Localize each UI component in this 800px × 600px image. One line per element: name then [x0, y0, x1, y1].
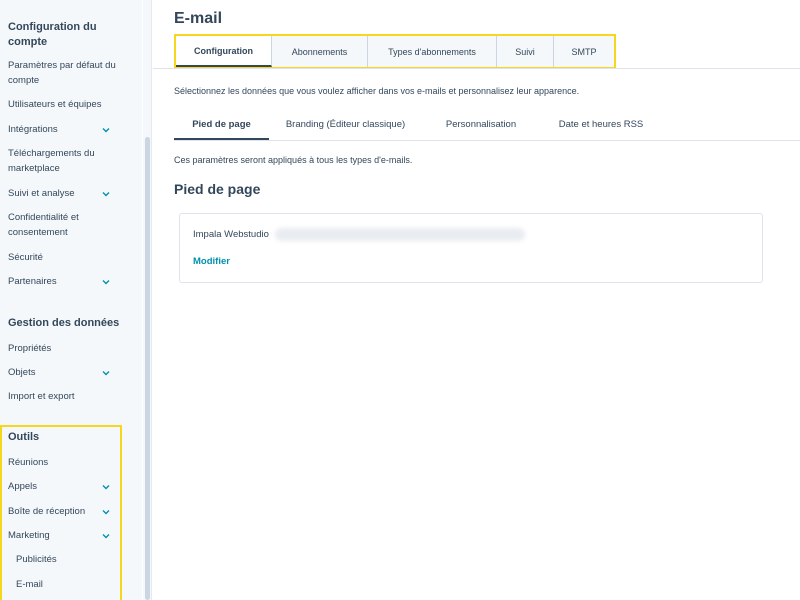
chevron-down-icon[interactable] [101, 368, 111, 378]
tab-smtp[interactable]: SMTP [554, 36, 614, 67]
chevron-down-icon[interactable] [101, 189, 111, 199]
page-title: E-mail [174, 10, 223, 27]
subtab-branding[interactable]: Branding (Éditeur classique) [269, 114, 422, 141]
footer-card: Impala Webstudio Modifier [179, 213, 763, 283]
settings-sidebar: Configuration du compte Paramètres par d… [0, 0, 142, 600]
sidebar-item-import-export[interactable]: Import et export [8, 389, 118, 404]
sidebar-item-account-defaults[interactable]: Paramètres par défaut du compte [8, 58, 118, 88]
sidebar-item-security[interactable]: Sécurité [8, 250, 118, 265]
subtab-footer[interactable]: Pied de page [174, 114, 269, 141]
subtab-personalization[interactable]: Personnalisation [422, 114, 540, 141]
chevron-down-icon[interactable] [101, 277, 111, 287]
tabs-divider [153, 68, 800, 69]
configuration-subtabs: Pied de page Branding (Éditeur classique… [174, 114, 662, 141]
redacted-address [275, 228, 525, 241]
subtab-rss-date-time[interactable]: Date et heures RSS [540, 114, 662, 141]
tab-configuration[interactable]: Configuration [176, 36, 272, 67]
tools-highlight-frame [0, 425, 122, 600]
edit-footer-link[interactable]: Modifier [193, 256, 230, 267]
page-description: Sélectionnez les données que vous voulez… [174, 86, 580, 96]
settings-tabs: Configuration Abonnements Types d'abonne… [174, 34, 616, 69]
sidebar-scrollbar[interactable] [143, 0, 152, 600]
sidebar-section-data-title: Gestion des données [8, 317, 120, 329]
sidebar-item-marketplace-downloads[interactable]: Téléchargements du marketplace [8, 146, 108, 176]
tab-subscriptions[interactable]: Abonnements [272, 36, 368, 67]
tab-subscription-types[interactable]: Types d'abonnements [368, 36, 497, 67]
sidebar-item-properties[interactable]: Propriétés [8, 341, 118, 356]
sidebar-scrollbar-thumb[interactable] [145, 137, 150, 600]
tab-tracking[interactable]: Suivi [497, 36, 554, 67]
section-heading: Pied de page [174, 181, 261, 197]
footer-company-name: Impala Webstudio [193, 229, 269, 240]
sidebar-section-account-title: Configuration du compte [8, 21, 97, 48]
settings-note: Ces paramètres seront appliqués à tous l… [174, 155, 413, 165]
sidebar-item-privacy-consent[interactable]: Confidentialité et consentement [8, 210, 103, 240]
subtabs-divider [174, 140, 800, 141]
main-content: E-mail Configuration Abonnements Types d… [153, 0, 800, 600]
chevron-down-icon[interactable] [101, 125, 111, 135]
sidebar-item-users-teams[interactable]: Utilisateurs et équipes [8, 97, 118, 112]
